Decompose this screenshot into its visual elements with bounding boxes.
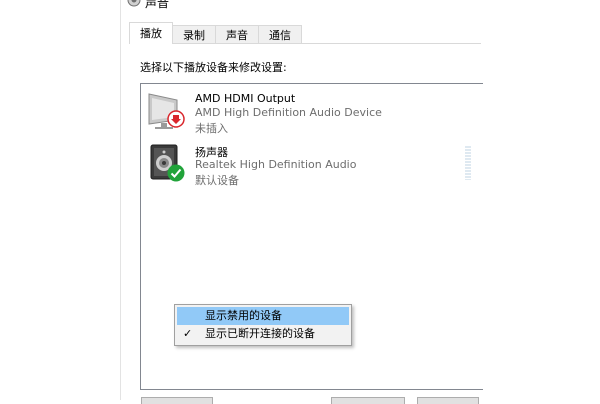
tab-sounds[interactable]: 声音	[215, 25, 259, 44]
sound-app-icon	[127, 0, 141, 7]
title-bar: 声音	[121, 0, 481, 14]
device-item-speakers[interactable]: 扬声器 Realtek High Definition Audio 默认设备	[141, 136, 471, 187]
menu-item-show-disconnected[interactable]: ✓ 显示已断开连接的设备	[177, 325, 349, 343]
menu-item-label: 显示禁用的设备	[205, 309, 282, 322]
tab-strip: 播放 录制 声音 通信	[129, 22, 302, 44]
device-description: Realtek High Definition Audio	[195, 158, 357, 171]
volume-level-meter	[465, 146, 471, 180]
device-item-hdmi[interactable]: AMD HDMI Output AMD High Definition Audi…	[141, 84, 471, 135]
device-icon-container	[147, 142, 189, 184]
checkmark-icon: ✓	[183, 327, 193, 340]
device-status: 默认设备	[195, 174, 239, 187]
configure-button[interactable]	[141, 397, 213, 404]
unplugged-icon	[167, 110, 185, 128]
set-default-button[interactable]	[331, 397, 405, 404]
properties-button[interactable]	[417, 397, 479, 404]
context-menu: 显示禁用的设备 ✓ 显示已断开连接的设备	[174, 304, 352, 346]
tab-playback[interactable]: 播放	[129, 22, 173, 44]
device-name: AMD HDMI Output	[195, 92, 296, 105]
tab-recording[interactable]: 录制	[172, 25, 216, 44]
window-title: 声音	[145, 0, 170, 10]
menu-item-show-disabled[interactable]: 显示禁用的设备	[177, 307, 349, 325]
instruction-text: 选择以下播放设备来修改设置:	[140, 61, 287, 74]
menu-item-label: 显示已断开连接的设备	[205, 327, 315, 340]
checkmark-icon	[167, 164, 185, 182]
device-description: AMD High Definition Audio Device	[195, 106, 382, 119]
tab-communications[interactable]: 通信	[258, 25, 302, 44]
device-icon-container	[147, 90, 189, 132]
device-status: 未插入	[195, 122, 228, 135]
